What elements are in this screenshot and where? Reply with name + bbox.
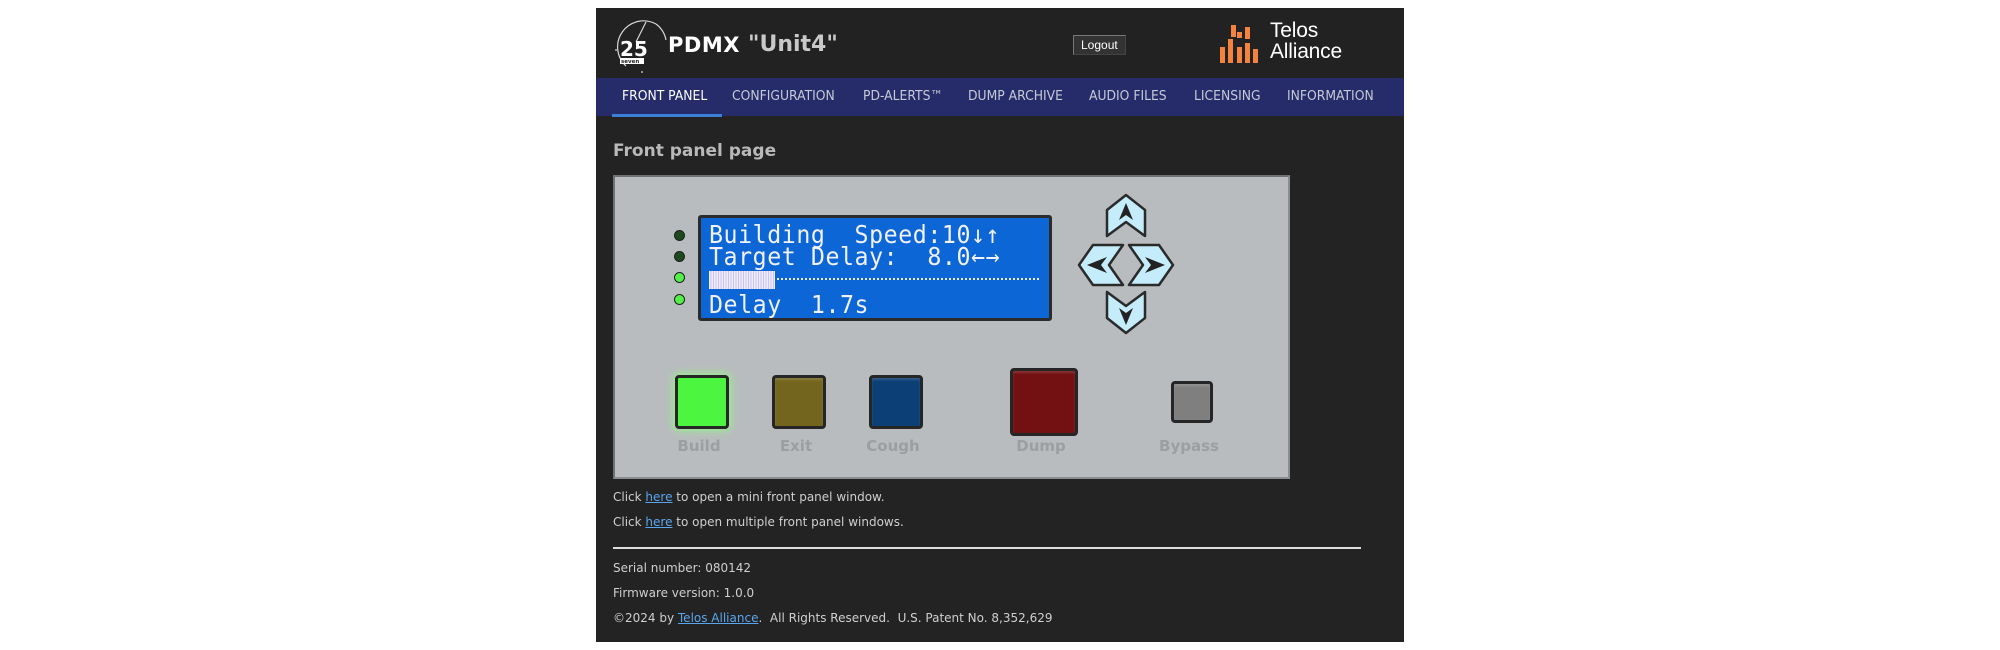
page-title: Front panel page xyxy=(613,141,777,161)
svg-text:25: 25 xyxy=(620,37,648,61)
tab-configuration[interactable]: CONFIGURATION xyxy=(732,78,835,116)
telos-word: Telos xyxy=(1270,19,1319,42)
link-prefix: Click xyxy=(613,490,646,504)
telos-alliance-logo: Telos Alliance xyxy=(1220,19,1370,67)
telos-wordmark: Telos Alliance xyxy=(1270,20,1342,62)
header: 25 seven PDMX "Unit4" Logout Telos Allia… xyxy=(596,8,1404,78)
build-button[interactable] xyxy=(675,375,729,429)
lcd-line-2: Target Delay: 8.0←→ xyxy=(709,242,1001,271)
telos-bars-icon xyxy=(1220,25,1258,63)
page-container: 25 seven PDMX "Unit4" Logout Telos Allia… xyxy=(596,8,1404,642)
tab-pd-alerts[interactable]: PD-ALERTS™ xyxy=(863,78,943,116)
product-name: PDMX xyxy=(668,33,740,57)
telos-alliance-link[interactable]: Telos Alliance xyxy=(678,611,759,625)
bypass-label: Bypass xyxy=(1159,437,1219,455)
alliance-word: Alliance xyxy=(1270,40,1342,63)
tab-licensing[interactable]: LICENSING xyxy=(1194,78,1261,116)
lcd-progress-fill xyxy=(709,271,775,289)
status-led-4 xyxy=(674,294,685,305)
dump-button[interactable] xyxy=(1010,368,1078,436)
footer-divider xyxy=(613,547,1361,549)
link-suffix: to open multiple front panel windows. xyxy=(672,515,904,529)
copyright-suffix: . All Rights Reserved. U.S. Patent No. 8… xyxy=(758,611,1053,625)
bypass-button[interactable] xyxy=(1171,381,1213,423)
tab-audio-files[interactable]: AUDIO FILES xyxy=(1089,78,1167,116)
svg-text:seven: seven xyxy=(621,59,639,65)
up-arrow-button[interactable] xyxy=(1103,193,1149,239)
dump-label: Dump xyxy=(1016,437,1066,455)
exit-button[interactable] xyxy=(772,375,826,429)
link-suffix: to open a mini front panel window. xyxy=(672,490,885,504)
tab-front-panel[interactable]: FRONT PANEL xyxy=(622,78,707,116)
link-prefix: Click xyxy=(613,515,646,529)
lcd-display: Building Speed:10↓↑ Target Delay: 8.0←→ … xyxy=(698,215,1052,321)
lcd-line-4: Delay 1.7s xyxy=(709,290,870,319)
serial-number: Serial number: 080142 xyxy=(613,561,752,575)
left-arrow-button[interactable] xyxy=(1077,242,1127,288)
active-tab-indicator xyxy=(612,114,722,117)
cough-label: Cough xyxy=(866,437,920,455)
multi-panel-link-line: Click here to open multiple front panel … xyxy=(613,515,904,529)
logout-button[interactable]: Logout xyxy=(1073,35,1126,55)
status-led-2 xyxy=(674,251,685,262)
build-label: Build xyxy=(677,437,721,455)
mini-front-panel-link[interactable]: here xyxy=(645,490,672,504)
copyright: ©2024 by Telos Alliance. All Rights Rese… xyxy=(613,611,1052,625)
unit-name: "Unit4" xyxy=(748,32,838,57)
tab-information[interactable]: INFORMATION xyxy=(1287,78,1374,116)
mini-panel-link-line: Click here to open a mini front panel wi… xyxy=(613,490,885,504)
main-nav: FRONT PANEL CONFIGURATION PD-ALERTS™ DUM… xyxy=(596,78,1404,116)
multiple-front-panels-link[interactable]: here xyxy=(645,515,672,529)
cough-button[interactable] xyxy=(869,375,923,429)
firmware-version: Firmware version: 1.0.0 xyxy=(613,586,755,600)
tab-dump-archive[interactable]: DUMP ARCHIVE xyxy=(968,78,1063,116)
twentyfive-seven-logo: 25 seven xyxy=(615,20,667,73)
status-led-3 xyxy=(674,272,685,283)
down-arrow-button[interactable] xyxy=(1103,289,1149,335)
status-led-1 xyxy=(674,230,685,241)
right-arrow-button[interactable] xyxy=(1125,242,1175,288)
front-panel: Building Speed:10↓↑ Target Delay: 8.0←→ … xyxy=(613,175,1290,479)
exit-label: Exit xyxy=(779,437,813,455)
copyright-prefix: ©2024 by xyxy=(613,611,678,625)
